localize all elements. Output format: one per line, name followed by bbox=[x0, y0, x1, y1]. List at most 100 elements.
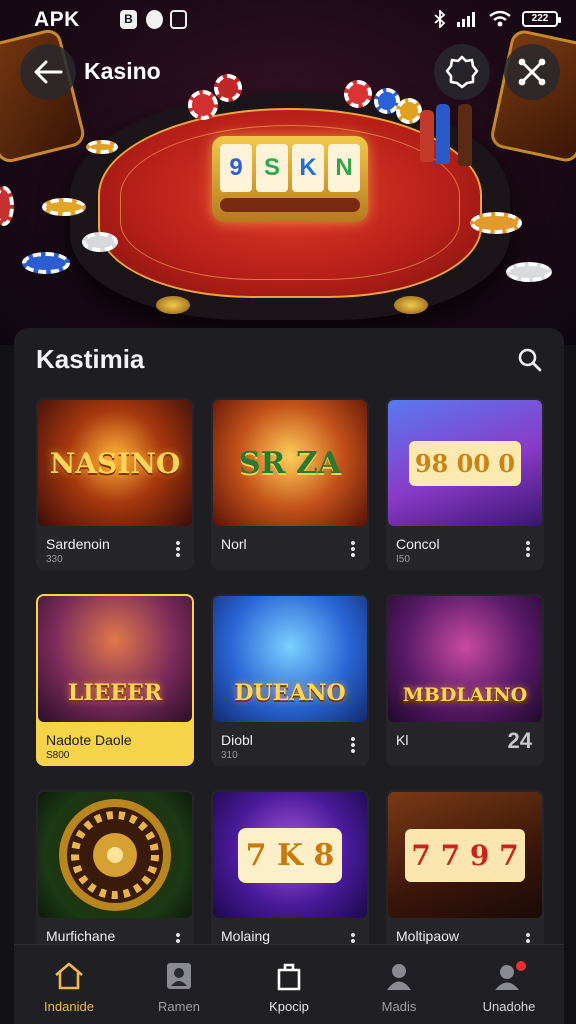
game-thumbnail: NASINO bbox=[38, 400, 192, 526]
kebab-icon bbox=[351, 540, 355, 558]
kebab-icon bbox=[351, 736, 355, 754]
home-icon bbox=[52, 961, 86, 991]
chip-icon bbox=[82, 232, 118, 252]
thumbnail-logo-text: 98 00 0 bbox=[408, 440, 522, 486]
nav-item-home[interactable]: Indanide bbox=[14, 945, 124, 1024]
bluetooth-icon bbox=[434, 10, 446, 28]
hero-banner: 9 S K N APK B 222 Kasino bbox=[0, 0, 576, 345]
game-thumbnail bbox=[38, 792, 192, 918]
slot-reel: K bbox=[292, 144, 324, 192]
settings-button[interactable] bbox=[434, 44, 490, 100]
more-options-button[interactable] bbox=[345, 538, 361, 560]
wifi-icon bbox=[489, 10, 511, 27]
game-name: Norl bbox=[221, 536, 247, 552]
profile-card-icon bbox=[162, 961, 196, 991]
games-panel: Kastimia NASINO Sardenoin 330 SR ZA Norl… bbox=[14, 328, 564, 948]
game-card[interactable]: 98 00 0 Concol I50 bbox=[386, 398, 544, 570]
game-name: Moltipaow bbox=[396, 928, 460, 944]
game-name: Kl bbox=[396, 732, 409, 748]
game-meta: 330 bbox=[46, 554, 63, 565]
game-thumbnail: LIEEER bbox=[38, 596, 192, 722]
slot-reel: N bbox=[328, 144, 360, 192]
game-name: Molaing bbox=[221, 928, 271, 944]
game-card[interactable]: 7 7 9 7 Moltipaow bbox=[386, 790, 544, 948]
nav-label: Indanide bbox=[44, 999, 94, 1014]
game-thumbnail: SR ZA bbox=[213, 400, 367, 526]
slot-reel: 9 bbox=[220, 144, 252, 192]
game-count: 24 bbox=[507, 728, 532, 753]
game-meta: I50 bbox=[396, 554, 410, 565]
status-bar: APK B 222 bbox=[0, 0, 576, 40]
chip-icon bbox=[506, 262, 552, 282]
more-options-button[interactable] bbox=[170, 538, 186, 560]
game-thumbnail: 98 00 0 bbox=[388, 400, 542, 526]
search-button[interactable] bbox=[512, 342, 548, 378]
more-options-button[interactable] bbox=[520, 538, 536, 560]
game-meta: 310 bbox=[221, 750, 238, 761]
chip-icon bbox=[42, 198, 86, 216]
game-name: Concol bbox=[396, 536, 440, 552]
nav-item-kpocip[interactable]: Kpocip bbox=[234, 945, 344, 1024]
game-thumbnail: 7 7 9 7 bbox=[388, 792, 542, 918]
nav-item-unadohe[interactable]: Unadohe bbox=[454, 945, 564, 1024]
signal-icon bbox=[457, 12, 475, 27]
game-grid: NASINO Sardenoin 330 SR ZA Norl 98 00 0 … bbox=[36, 398, 544, 948]
panel-header: Kastimia bbox=[14, 328, 564, 390]
battery-icon: 222 bbox=[522, 11, 561, 27]
game-card[interactable]: 7 K 8 Molaing bbox=[211, 790, 369, 948]
game-name: Nadote Daole bbox=[46, 732, 132, 748]
bottom-navigation: Indanide Ramen Kpocip Madis Unadohe bbox=[14, 944, 564, 1024]
slot-machine-illustration: 9 S K N bbox=[212, 136, 368, 222]
game-card[interactable]: Murfichane bbox=[36, 790, 194, 948]
bottle-decor bbox=[458, 104, 472, 166]
thumbnail-logo-text: NASINO bbox=[49, 446, 181, 480]
nav-label: Madis bbox=[381, 999, 417, 1014]
roulette-wheel-icon bbox=[59, 799, 171, 911]
game-meta: S800 bbox=[46, 750, 70, 761]
more-options-button[interactable] bbox=[345, 734, 361, 756]
status-carrier-text: APK bbox=[34, 8, 80, 31]
game-card[interactable]: MBDLAINO Kl 24 bbox=[386, 594, 544, 766]
game-name: Sardenoin bbox=[46, 536, 110, 552]
bag-icon bbox=[272, 961, 306, 991]
thumbnail-logo-text: DUEANO bbox=[234, 680, 346, 706]
game-thumbnail: MBDLAINO bbox=[388, 596, 542, 722]
search-icon bbox=[518, 348, 542, 372]
bottle-decor bbox=[420, 110, 434, 162]
nav-label: Kpocip bbox=[269, 999, 309, 1014]
notification-icon bbox=[146, 10, 163, 29]
nav-item-ramen[interactable]: Ramen bbox=[124, 945, 234, 1024]
bottle-decor bbox=[436, 104, 450, 164]
thumbnail-logo-text: SR ZA bbox=[238, 445, 342, 481]
game-card-selected[interactable]: LIEEER Nadote Daole S800 bbox=[36, 594, 194, 766]
share-button[interactable] bbox=[504, 44, 560, 100]
thumbnail-logo-text: 7 7 9 7 bbox=[405, 828, 525, 882]
person-icon bbox=[382, 961, 416, 991]
kebab-icon bbox=[526, 540, 530, 558]
notification-badge bbox=[516, 961, 526, 971]
game-thumbnail: 7 K 8 bbox=[213, 792, 367, 918]
slot-reel: S bbox=[256, 144, 288, 192]
network-share-icon bbox=[518, 58, 546, 86]
section-title: Kastimia bbox=[36, 344, 145, 374]
game-thumbnail: DUEANO bbox=[213, 596, 367, 722]
chip-icon bbox=[0, 186, 14, 226]
table-leg bbox=[156, 296, 190, 314]
nav-label: Ramen bbox=[158, 999, 200, 1014]
page-title: Kasino bbox=[84, 58, 161, 84]
profile-badge-icon bbox=[492, 961, 526, 991]
game-card[interactable]: NASINO Sardenoin 330 bbox=[36, 398, 194, 570]
chip-icon bbox=[470, 212, 522, 234]
notification-icon bbox=[170, 10, 187, 29]
thumbnail-logo-text: MBDLAINO bbox=[402, 684, 528, 706]
top-app-bar: Kasino bbox=[0, 40, 576, 104]
chip-icon bbox=[22, 252, 70, 274]
nav-item-madis[interactable]: Madis bbox=[344, 945, 454, 1024]
nav-label: Unadohe bbox=[482, 999, 536, 1014]
game-name: Murfichane bbox=[46, 928, 116, 944]
kebab-icon bbox=[176, 540, 180, 558]
game-card[interactable]: SR ZA Norl bbox=[211, 398, 369, 570]
back-button[interactable] bbox=[20, 44, 76, 100]
thumbnail-logo-text: LIEEER bbox=[67, 680, 163, 706]
game-card[interactable]: DUEANO Diobl 310 bbox=[211, 594, 369, 766]
